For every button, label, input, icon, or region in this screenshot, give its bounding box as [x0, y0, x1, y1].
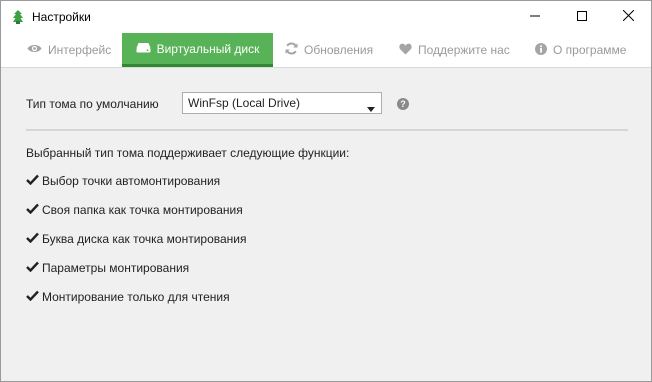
- tab-label: Поддержите нас: [418, 43, 510, 57]
- close-button[interactable]: [605, 1, 651, 33]
- tab-label: Обновления: [304, 43, 374, 57]
- feature-label: Выбор точки автомонтирования: [42, 174, 221, 188]
- checkmark-icon: [26, 203, 39, 217]
- maximize-icon: [577, 10, 587, 24]
- title-bar: Настройки: [1, 1, 651, 33]
- virtual-disk-panel: Тип тома по умолчанию WinFsp (Local Driv…: [1, 68, 651, 381]
- minimize-icon: [530, 10, 540, 24]
- chevron-down-icon: [367, 101, 375, 115]
- feature-label: Монтирование только для чтения: [42, 290, 230, 304]
- checkmark-icon: [26, 232, 39, 246]
- feature-item: Выбор точки автомонтирования: [26, 174, 220, 188]
- minimize-button[interactable]: [512, 1, 558, 33]
- tab-label: Интерфейс: [48, 43, 112, 57]
- refresh-icon: [285, 42, 298, 58]
- tab-updates[interactable]: Обновления: [285, 33, 373, 67]
- features-heading: Выбранный тип тома поддерживает следующи…: [26, 146, 350, 160]
- feature-label: Параметры монтирования: [42, 261, 190, 275]
- checkmark-icon: [26, 290, 39, 304]
- tab-interface[interactable]: Интерфейс: [27, 33, 111, 67]
- settings-window: Настройки Интерфейс Виртуальный диск Обн…: [0, 0, 652, 382]
- app-logo-icon: [10, 9, 26, 25]
- tab-label: Виртуальный диск: [156, 41, 260, 56]
- feature-label: Буква диска как точка монтирования: [42, 232, 247, 246]
- close-icon: [622, 9, 634, 24]
- divider: [26, 129, 628, 131]
- feature-label: Своя папка как точка монтирования: [42, 203, 243, 217]
- tab-label: О программе: [553, 43, 627, 57]
- tab-bar: Интерфейс Виртуальный диск Обновления По…: [1, 33, 651, 67]
- feature-item: Буква диска как точка монтирования: [26, 232, 247, 246]
- heart-icon: [399, 43, 412, 58]
- info-icon: [535, 42, 547, 58]
- maximize-button[interactable]: [559, 1, 605, 33]
- feature-item: Монтирование только для чтения: [26, 290, 230, 304]
- eye-icon: [27, 43, 42, 57]
- help-icon[interactable]: ?: [397, 98, 409, 110]
- volume-type-value: WinFsp (Local Drive): [188, 96, 301, 110]
- drive-icon: [136, 42, 151, 56]
- tab-about[interactable]: О программе: [535, 33, 626, 67]
- feature-item: Своя папка как точка монтирования: [26, 203, 243, 217]
- tab-support[interactable]: Поддержите нас: [399, 33, 510, 67]
- feature-item: Параметры монтирования: [26, 261, 189, 275]
- volume-type-label: Тип тома по умолчанию: [26, 97, 159, 111]
- checkmark-icon: [26, 261, 39, 275]
- window-title: Настройки: [32, 10, 91, 24]
- volume-type-select[interactable]: WinFsp (Local Drive): [182, 92, 382, 114]
- checkmark-icon: [26, 174, 39, 188]
- tab-virtual-disk[interactable]: Виртуальный диск: [122, 33, 273, 67]
